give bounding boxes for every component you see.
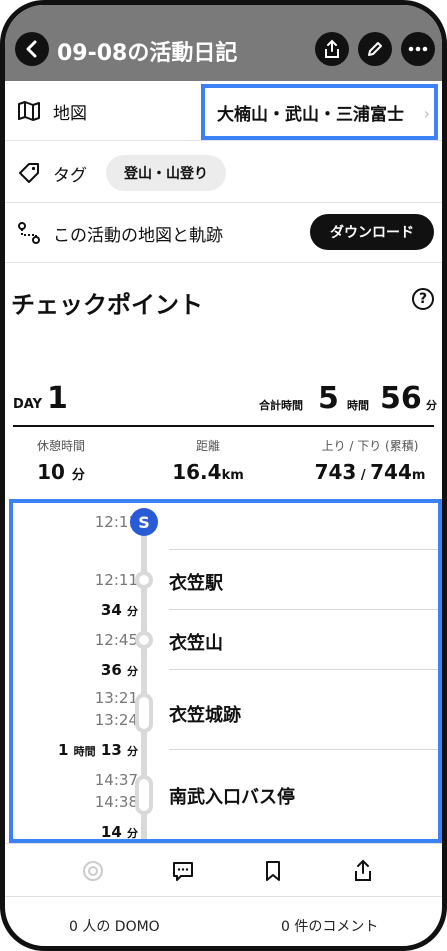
total-hours: 5 — [318, 381, 339, 416]
map-label: 地図 — [53, 104, 87, 124]
segment-duration: 36 分 — [100, 661, 138, 679]
tag-chip[interactable]: 登山・山登り — [106, 155, 226, 191]
share-icon — [355, 859, 371, 881]
checkpoint-stay-marker — [135, 693, 153, 733]
distance-value: 16.4km — [172, 460, 244, 484]
comment-count[interactable]: 0 件のコメント — [281, 916, 378, 936]
checkpoint-name: 南武入口バス停 — [169, 787, 295, 808]
rest-stat: 休憩時間 10 分 — [19, 437, 103, 484]
download-button[interactable]: ダウンロード — [310, 214, 434, 250]
chevron-left-icon — [26, 40, 37, 58]
checkpoint-name: 衣笠駅 — [169, 573, 223, 594]
domo-count[interactable]: 0 人の DOMO — [69, 916, 160, 936]
segment-duration: 14 分 — [100, 823, 138, 841]
rest-value: 10 分 — [37, 460, 85, 484]
divider — [169, 749, 438, 750]
segment-duration: 1 時間 13 分 — [57, 741, 138, 759]
app-header: 09-08の活動日記 — [5, 5, 442, 81]
download-row: この活動の地図と軌跡 ダウンロード — [5, 203, 442, 263]
share-footer-button[interactable] — [350, 858, 376, 884]
share-icon — [325, 39, 339, 58]
divider — [169, 549, 438, 550]
day-label: DAY — [13, 397, 43, 412]
map-row[interactable]: 地図 大楠山・武山・三浦富士 › — [5, 81, 442, 141]
comment-button[interactable] — [170, 858, 196, 884]
divider — [169, 669, 438, 670]
page-title: 09-08の活動日記 — [57, 41, 238, 66]
route-icon — [18, 222, 40, 244]
map-name: 大楠山・武山・三浦富士 — [217, 104, 404, 125]
checkpoint-dot — [135, 631, 153, 649]
arrival-time: 12:11 — [94, 571, 138, 589]
tag-row: タグ 登山・山登り — [5, 141, 442, 203]
pencil-icon — [368, 42, 382, 56]
domo-button[interactable] — [80, 858, 106, 884]
tag-label: タグ — [53, 166, 87, 186]
more-button[interactable] — [401, 32, 435, 66]
checkpoint-name: 衣笠城跡 — [169, 705, 241, 726]
more-icon — [408, 46, 428, 52]
tag-icon — [19, 163, 39, 183]
departure-time: 14:38 — [94, 793, 138, 811]
elevation-value: 743 / 744m — [314, 460, 426, 484]
arrival-time: 14:37 — [94, 771, 138, 789]
start-badge: S — [130, 508, 158, 536]
distance-label: 距離 — [195, 439, 220, 453]
phone-frame: 09-08の活動日記 地図 大楠山・武山・三浦富士 › タグ 登山・山登り この… — [0, 0, 447, 951]
arrival-time: 13:21 — [94, 689, 138, 707]
checkpoint-timeline[interactable]: 12:11 S 12:11 衣笠駅 34 分 12:45 衣笠山 36 分 13… — [9, 499, 442, 843]
hours-unit: 時間 — [347, 399, 369, 412]
day-number: 1 — [47, 381, 68, 416]
total-time-label: 合計時間 — [259, 399, 303, 412]
divider — [169, 609, 438, 610]
map-icon — [18, 101, 40, 121]
elevation-label: 上り / 下り (累積) — [321, 439, 419, 453]
domo-icon — [83, 861, 103, 881]
total-minutes: 56 — [380, 381, 422, 416]
departure-time: 13:24 — [94, 711, 138, 729]
checkpoint-title: チェックポイント — [11, 291, 203, 319]
arrival-time: 12:45 — [94, 631, 138, 649]
back-button[interactable] — [15, 32, 49, 66]
action-bar — [5, 843, 442, 897]
minutes-unit: 分 — [426, 399, 437, 412]
rest-label: 休憩時間 — [36, 439, 85, 453]
checkpoint-name: 衣笠山 — [169, 633, 223, 654]
bookmark-button[interactable] — [260, 858, 286, 884]
download-label: この活動の地図と軌跡 — [53, 226, 223, 246]
map-value-link[interactable]: 大楠山・武山・三浦富士 › — [201, 84, 438, 140]
chevron-right-icon: › — [423, 104, 430, 123]
day-summary: DAY 1 合計時間 5 時間 56 分 — [13, 377, 437, 427]
segment-duration: 34 分 — [100, 601, 138, 619]
elevation-stat: 上り / 下り (累積) 743 / 744m — [305, 437, 435, 484]
checkpoint-stay-marker — [135, 775, 153, 815]
comment-icon — [173, 862, 193, 881]
checkpoint-dot — [135, 571, 153, 589]
bookmark-icon — [266, 861, 280, 881]
help-icon[interactable]: ? — [412, 288, 434, 310]
share-button[interactable] — [315, 32, 349, 66]
edit-button[interactable] — [358, 32, 392, 66]
distance-stat: 距離 16.4km — [153, 437, 263, 484]
